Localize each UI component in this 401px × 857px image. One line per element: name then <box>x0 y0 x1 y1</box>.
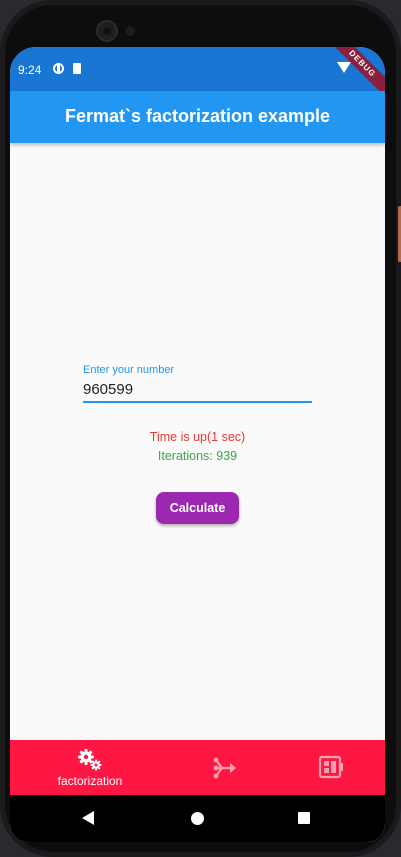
phone-screen: 9:24 DEBUG Fermat`s factorization exampl… <box>10 47 385 842</box>
number-field-label: Enter your number <box>83 364 175 376</box>
bottom-navigation: factorization <box>10 740 385 795</box>
phone-frame: 9:24 DEBUG Fermat`s factorization exampl… <box>0 0 401 857</box>
dashboard-icon <box>318 755 343 779</box>
nav-item-dashboard[interactable] <box>313 740 349 795</box>
tree-branch-icon <box>213 757 236 779</box>
gears-icon <box>78 749 102 771</box>
nav-item-tree[interactable] <box>206 740 242 795</box>
number-input[interactable] <box>83 377 312 403</box>
iterations-text: Iterations: 939 <box>157 449 238 463</box>
status-time: 9:24 <box>18 63 42 77</box>
app-bar: Fermat`s factorization example <box>10 91 385 143</box>
home-icon[interactable] <box>191 812 204 825</box>
main-content: Enter your number Time is up(1 sec) Iter… <box>10 143 385 740</box>
status-notification-icon <box>53 63 64 74</box>
nav-label-factorization: factorization <box>57 774 123 788</box>
status-bar: 9:24 DEBUG <box>10 47 385 101</box>
sensor-icon <box>125 26 135 36</box>
time-status-text: Time is up(1 sec) <box>149 430 246 444</box>
back-icon[interactable] <box>82 811 94 825</box>
calculate-button[interactable]: Calculate <box>156 492 239 524</box>
system-navigation-bar <box>10 795 385 842</box>
wifi-icon <box>337 62 351 73</box>
sd-card-icon <box>73 63 81 74</box>
recent-apps-icon[interactable] <box>298 812 310 824</box>
nav-item-factorization[interactable]: factorization <box>50 740 130 795</box>
page-title: Fermat`s factorization example <box>64 106 331 126</box>
camera-icon <box>96 20 118 42</box>
